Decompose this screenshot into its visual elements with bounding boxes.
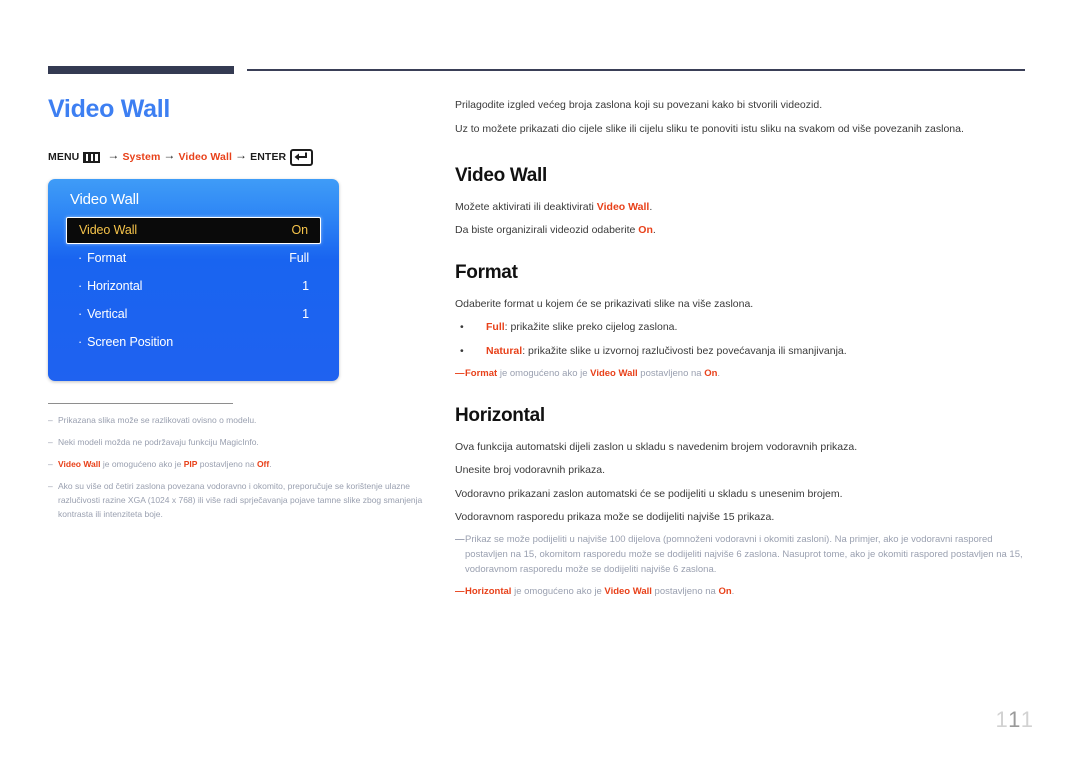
page-number-digit: 1 xyxy=(1008,707,1021,732)
footnote-dash: – xyxy=(48,480,53,491)
footnote-dash: – xyxy=(48,414,53,425)
enter-return-icon xyxy=(290,148,314,166)
osd-panel: Video Wall Video Wall On · Format Full · H… xyxy=(48,178,339,381)
menu-path-menu-label: MENU xyxy=(48,151,80,163)
menu-path-enter-label: ENTER xyxy=(250,151,287,163)
note-dash: — xyxy=(455,534,465,546)
page-title: Video Wall xyxy=(48,95,171,123)
footnote-dash: – xyxy=(48,458,53,469)
section-heading-horizontal: Horizontal xyxy=(455,405,545,427)
osd-label-text: Vertical xyxy=(87,306,128,321)
note-dash: — xyxy=(455,367,465,379)
bullet-dot: • xyxy=(460,344,464,357)
osd-label-text: Format xyxy=(87,250,127,265)
footnote-dash: – xyxy=(48,436,53,447)
note-text: Horizontal je omogućeno ako je Video Wal… xyxy=(465,585,735,597)
osd-row-horizontal[interactable]: · Horizontal 1 xyxy=(66,272,321,300)
osd-label: Video Wall xyxy=(79,223,138,237)
note-dash: — xyxy=(455,585,465,597)
menu-path-breadcrumb: MENU → System → Video Wall → ENTER xyxy=(48,148,448,166)
osd-value: On xyxy=(291,223,309,237)
menu-bars-icon xyxy=(83,151,101,163)
osd-label: · Horizontal xyxy=(78,279,142,293)
left-column: Video Wall MENU → System → Video Wall → … xyxy=(48,95,448,529)
section-body-line: Unesite broj vodoravnih prikaza. xyxy=(455,464,605,477)
section-bullet: • Full: prikažite slike preko cijelog za… xyxy=(455,319,1027,335)
osd-bullet: · xyxy=(78,278,83,293)
osd-row-format[interactable]: · Format Full xyxy=(66,244,321,272)
section-note: — Prikaz se može podijeliti u najviše 10… xyxy=(455,532,1027,578)
menu-path-step-system: System xyxy=(122,151,161,163)
footnote-item: – Prikazana slika može se razlikovati ov… xyxy=(48,413,440,427)
footnote-text: Ako su više od četiri zaslona povezana v… xyxy=(58,480,423,519)
intro-line: Prilagodite izgled većeg broja zaslona k… xyxy=(455,99,823,111)
left-footnote-list: – Prikazana slika može se razlikovati ov… xyxy=(48,413,440,521)
section-note: — Format je omogućeno ako je Video Wall … xyxy=(455,366,1027,381)
menu-path-arrow-1: → xyxy=(107,148,120,162)
intro-line: Uz to možete prikazati dio cijele slike … xyxy=(455,122,964,135)
page-number-digit: 1 xyxy=(1020,707,1035,732)
osd-label: · Vertical xyxy=(78,307,127,321)
osd-label: · Screen Position xyxy=(78,335,173,349)
page-number: 111 xyxy=(996,707,1035,733)
osd-value: 1 xyxy=(302,278,309,293)
note-text: Format je omogućeno ako je Video Wall po… xyxy=(465,367,721,379)
right-column: Prilagodite izgled većeg broja zaslona k… xyxy=(455,98,1027,605)
osd-row-vertical[interactable]: · Vertical 1 xyxy=(66,300,321,328)
footnote-item: – Video Wall je omogućeno ako je PIP pos… xyxy=(48,457,440,471)
osd-bullet: · xyxy=(78,306,83,321)
footnote-text: Video Wall je omogućeno ako je PIP posta… xyxy=(58,458,272,469)
osd-value: 1 xyxy=(302,306,309,321)
page-number-digit: 1 xyxy=(995,707,1009,732)
osd-label-text: Horizontal xyxy=(87,278,143,293)
osd-bullet: · xyxy=(78,250,83,265)
section-heading-format: Format xyxy=(455,262,518,284)
menu-path-step-videowall: Video Wall xyxy=(178,151,233,163)
footnote-text: Prikazana slika može se razlikovati ovis… xyxy=(58,414,257,425)
osd-label-text: Screen Position xyxy=(87,334,174,349)
section-body-line: Vodoravno prikazani zaslon automatski će… xyxy=(455,487,843,500)
section-heading-video-wall: Video Wall xyxy=(455,164,548,186)
section-bullet: • Natural: prikažite slike u izvornoj ra… xyxy=(455,343,1027,359)
osd-label: · Format xyxy=(78,251,126,265)
header-rule-line xyxy=(247,69,1025,71)
bullet-text: Natural: prikažite slike u izvornoj razl… xyxy=(486,344,847,357)
section-body-line: Možete aktivirati ili deaktivirati Video… xyxy=(455,200,653,213)
osd-title: Video Wall xyxy=(70,190,139,208)
osd-row-video-wall[interactable]: Video Wall On xyxy=(66,216,321,244)
osd-menu-list: Video Wall On · Format Full · Horizontal 1… xyxy=(48,216,339,356)
osd-value: Full xyxy=(289,250,309,265)
bullet-dot: • xyxy=(460,321,464,334)
section-body-line: Vodoravnom rasporedu prikaza može se dod… xyxy=(455,510,775,523)
header-rule-accent xyxy=(48,66,234,74)
osd-bullet: · xyxy=(78,334,83,349)
menu-path-arrow-3: → xyxy=(235,148,248,162)
footnote-text: Neki modeli možda ne podržavaju funkciju… xyxy=(58,436,259,447)
section-body-line: Ova funkcija automatski dijeli zaslon u … xyxy=(455,441,858,454)
footnote-item: – Neki modeli možda ne podržavaju funkci… xyxy=(48,435,440,449)
osd-row-screen-position[interactable]: · Screen Position xyxy=(66,328,321,356)
section-note: — Horizontal je omogućeno ako je Video W… xyxy=(455,584,1027,599)
section-body-line: Odaberite format u kojem će se prikaziva… xyxy=(455,298,754,311)
footnote-item: – Ako su više od četiri zaslona povezana… xyxy=(48,479,440,521)
section-body-line: Da biste organizirali videozid odaberite… xyxy=(455,223,656,236)
note-text: Prikaz se može podijeliti u najviše 100 … xyxy=(465,534,1023,576)
footnote-divider xyxy=(48,402,233,404)
menu-path-arrow-2: → xyxy=(163,148,176,162)
intro-paragraphs: Prilagodite izgled većeg broja zaslona k… xyxy=(455,98,1027,138)
bullet-text: Full: prikažite slike preko cijelog zasl… xyxy=(486,321,678,334)
